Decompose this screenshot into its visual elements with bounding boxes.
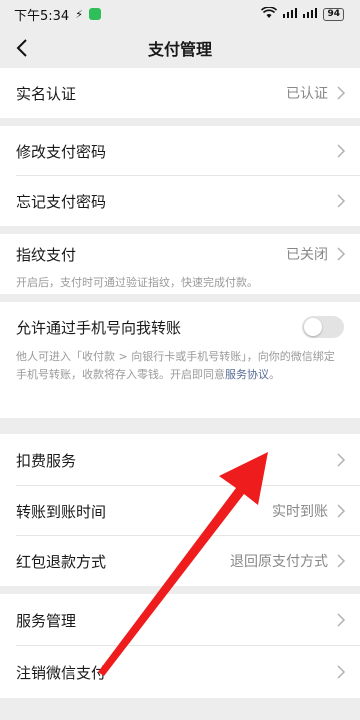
signal-icon bbox=[283, 7, 298, 21]
group-password: 修改支付密码 忘记支付密码 bbox=[0, 126, 360, 226]
row-label: 扣费服务 bbox=[16, 451, 77, 470]
chevron-right-icon bbox=[337, 613, 346, 627]
row-value: 已认证 bbox=[286, 86, 328, 102]
row-value: 退回原支付方式 bbox=[230, 554, 328, 570]
chevron-right-icon bbox=[337, 665, 346, 679]
signal-icon-2 bbox=[303, 7, 318, 21]
row-label: 红包退款方式 bbox=[16, 552, 107, 571]
chevron-right-icon bbox=[337, 194, 346, 208]
status-time: 下午5:34 bbox=[14, 8, 70, 24]
chevron-right-icon bbox=[337, 554, 346, 568]
chevron-right-icon bbox=[337, 247, 346, 261]
group-fingerprint: 指纹支付 已关闭 开启后，支付时可通过验证指纹，快速完成付款。 bbox=[0, 234, 360, 294]
row-fingerprint[interactable]: 指纹支付 已关闭 bbox=[0, 234, 360, 274]
row-redpacket-refund[interactable]: 红包退款方式 退回原支付方式 bbox=[0, 536, 360, 586]
toggle-knob bbox=[304, 318, 322, 336]
battery-indicator: 94 bbox=[323, 7, 344, 21]
row-label: 指纹支付 bbox=[16, 245, 77, 264]
group-management: 服务管理 注销微信支付 bbox=[0, 594, 360, 698]
row-label: 转账到账时间 bbox=[16, 502, 107, 521]
row-cancel-wechat-pay[interactable]: 注销微信支付 bbox=[0, 646, 360, 698]
row-phone-transfer: 允许通过手机号向我转账 bbox=[0, 302, 360, 352]
app-notification-icon bbox=[88, 8, 101, 20]
service-agreement-link[interactable]: 服务协议 bbox=[225, 368, 269, 381]
description-end: 。 bbox=[269, 368, 280, 381]
row-realname[interactable]: 实名认证 已认证 bbox=[0, 68, 360, 118]
group-phone-transfer: 允许通过手机号向我转账 他人可进入「收付款 > 向银行卡或手机号转账」，向你的微… bbox=[0, 302, 360, 418]
row-service-management[interactable]: 服务管理 bbox=[0, 594, 360, 646]
phone-transfer-description: 他人可进入「收付款 > 向银行卡或手机号转账」，向你的微信绑定手机号转账，收款将… bbox=[0, 348, 360, 384]
chevron-right-icon bbox=[337, 453, 346, 467]
chevron-left-icon bbox=[16, 39, 27, 57]
row-value: 实时到账 bbox=[272, 504, 328, 520]
status-bar: 下午5:34 ⚡ 94 bbox=[0, 0, 360, 28]
back-button[interactable] bbox=[8, 34, 36, 62]
wifi-icon bbox=[261, 5, 278, 22]
group-services: 扣费服务 转账到账时间 实时到账 红包退款方式 退回原支付方式 bbox=[0, 434, 360, 586]
row-transfer-time[interactable]: 转账到账时间 实时到账 bbox=[0, 486, 360, 536]
chevron-right-icon bbox=[337, 504, 346, 518]
group-realname: 实名认证 已认证 bbox=[0, 68, 360, 118]
row-label: 允许通过手机号向我转账 bbox=[16, 318, 182, 337]
row-deduct-service[interactable]: 扣费服务 bbox=[0, 434, 360, 486]
chevron-right-icon bbox=[337, 144, 346, 158]
row-label: 实名认证 bbox=[16, 84, 77, 103]
page-title: 支付管理 bbox=[147, 40, 212, 59]
row-change-password[interactable]: 修改支付密码 bbox=[0, 126, 360, 176]
row-label: 修改支付密码 bbox=[16, 142, 107, 161]
chevron-right-icon bbox=[337, 86, 346, 100]
row-label: 注销微信支付 bbox=[16, 663, 107, 682]
row-value: 已关闭 bbox=[286, 247, 328, 263]
row-label: 服务管理 bbox=[16, 611, 77, 630]
row-label: 忘记支付密码 bbox=[16, 192, 107, 211]
description-text: 他人可进入「收付款 > 向银行卡或手机号转账」，向你的微信绑定手机号转账，收款将… bbox=[16, 350, 335, 381]
row-forgot-password[interactable]: 忘记支付密码 bbox=[0, 176, 360, 226]
nav-bar: 支付管理 bbox=[0, 28, 360, 68]
phone-transfer-toggle[interactable] bbox=[302, 316, 344, 338]
fingerprint-description: 开启后，支付时可通过验证指纹，快速完成付款。 bbox=[16, 276, 258, 289]
notification-icon: ⚡ bbox=[75, 7, 83, 21]
